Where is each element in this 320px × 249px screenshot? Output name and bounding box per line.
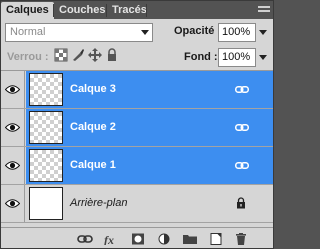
blend-mode-select[interactable]: Normal — [5, 23, 153, 42]
adjustment-layer-icon[interactable] — [156, 233, 172, 245]
new-group-icon[interactable] — [182, 233, 198, 245]
fill-input[interactable]: 100% — [218, 48, 256, 67]
eye-icon — [5, 85, 20, 94]
layer-content[interactable]: Calque 1 — [26, 147, 273, 184]
new-layer-icon[interactable] — [208, 233, 224, 245]
tab-separator — [146, 4, 147, 17]
eye-icon — [5, 123, 20, 132]
tab-couches[interactable]: Couches — [54, 2, 110, 19]
visibility-toggle[interactable] — [1, 109, 25, 146]
tab-bar: Calques Couches Tracés — [1, 1, 273, 19]
layer-name[interactable]: Calque 2 — [70, 121, 116, 133]
bottom-toolbar: fx — [1, 227, 273, 248]
visibility-toggle[interactable] — [1, 71, 25, 108]
layer-thumbnail — [29, 73, 63, 106]
svg-text:fx: fx — [104, 233, 114, 245]
layer-row-background[interactable]: Arrière-plan — [1, 185, 273, 223]
fill-label: Fond : — [184, 51, 218, 63]
link-layers-icon[interactable] — [77, 233, 93, 245]
opacity-input[interactable]: 100% — [218, 23, 256, 42]
layer-row[interactable]: Calque 2 — [1, 109, 273, 147]
chevron-down-icon — [141, 30, 149, 35]
layer-content[interactable]: Calque 3 — [26, 71, 273, 108]
lock-label: Verrou : — [7, 51, 49, 63]
lock-position-icon[interactable] — [88, 48, 102, 62]
padlock-icon — [237, 197, 245, 209]
layer-row[interactable]: Calque 3 — [1, 71, 273, 109]
eye-icon — [5, 161, 20, 170]
layer-thumbnail — [29, 149, 63, 182]
fill-dropdown-icon[interactable] — [259, 55, 267, 60]
visibility-toggle[interactable] — [1, 185, 25, 222]
layer-thumbnail — [29, 111, 63, 144]
layer-name[interactable]: Calque 1 — [70, 159, 116, 171]
tab-calques[interactable]: Calques — [1, 2, 54, 19]
lock-all-icon[interactable] — [105, 48, 119, 62]
layers-list: Calque 3 Calque 2 Calque 1 Arrière-plan — [1, 70, 273, 223]
layers-panel: Calques Couches Tracés Normal Opacité : … — [0, 0, 274, 249]
layer-content[interactable]: Calque 2 — [26, 109, 273, 146]
layer-content[interactable]: Arrière-plan — [26, 185, 273, 222]
opacity-label: Opacité : — [174, 25, 222, 37]
link-icon — [235, 86, 249, 93]
opacity-dropdown-icon[interactable] — [259, 30, 267, 35]
blend-mode-value: Normal — [10, 26, 46, 38]
layer-row[interactable]: Calque 1 — [1, 147, 273, 185]
panel-menu-icon[interactable] — [258, 6, 270, 16]
layer-mask-icon[interactable] — [130, 233, 146, 245]
layer-name[interactable]: Arrière-plan — [70, 197, 127, 209]
link-icon — [235, 124, 249, 131]
fx-icon[interactable]: fx — [103, 233, 119, 245]
layer-name[interactable]: Calque 3 — [70, 83, 116, 95]
delete-layer-icon[interactable] — [233, 233, 249, 245]
lock-image-pixels-icon[interactable] — [71, 48, 85, 62]
eye-icon — [5, 199, 20, 208]
link-icon — [235, 162, 249, 169]
layer-thumbnail — [29, 187, 63, 220]
lock-transparent-pixels-icon[interactable] — [54, 48, 68, 62]
visibility-toggle[interactable] — [1, 147, 25, 184]
